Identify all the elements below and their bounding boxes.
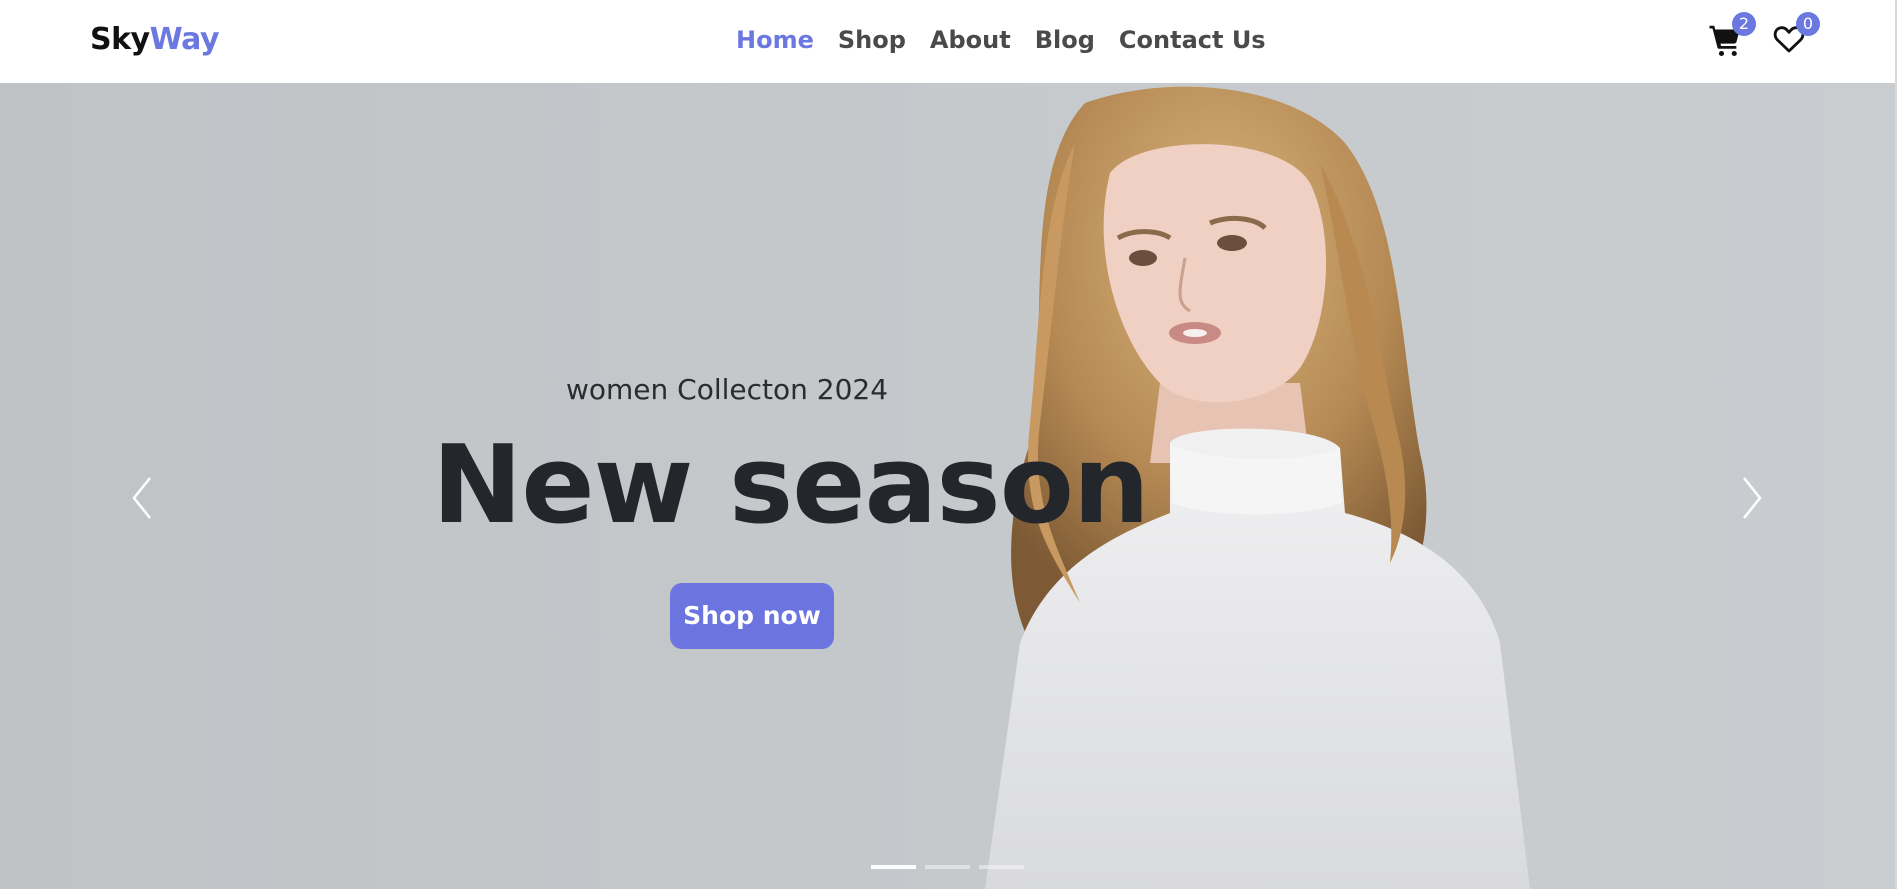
hero-subtitle: women Collecton 2024: [566, 373, 889, 406]
cart-count-badge: 2: [1732, 12, 1756, 36]
hero-headline: New season: [432, 423, 1150, 548]
logo[interactable]: SkyWay: [90, 22, 220, 57]
shop-now-button[interactable]: Shop now: [670, 583, 834, 649]
wishlist-button[interactable]: 0: [1772, 12, 1820, 62]
nav-home-link[interactable]: Home: [736, 26, 814, 54]
main-nav: Home Shop About Blog Contact Us: [736, 26, 1266, 54]
site-header: SkyWay Home Shop About Blog Contact Us 2…: [0, 0, 1897, 83]
carousel-prev-button[interactable]: [122, 468, 162, 528]
carousel-next-button[interactable]: [1732, 468, 1772, 528]
chevron-left-icon: [132, 477, 151, 519]
logo-text-sky: Sky: [90, 22, 150, 57]
chevron-right-icon: [1743, 477, 1762, 519]
logo-text-way: Way: [149, 22, 220, 57]
carousel-indicators: [871, 865, 1024, 869]
carousel-indicator-1[interactable]: [871, 865, 916, 869]
nav-blog-link[interactable]: Blog: [1035, 26, 1095, 54]
hero-carousel: women Collecton 2024 New season Shop now: [0, 83, 1897, 889]
cart-button[interactable]: 2: [1708, 12, 1756, 62]
nav-contact-link[interactable]: Contact Us: [1119, 26, 1266, 54]
nav-shop-link[interactable]: Shop: [838, 26, 906, 54]
carousel-indicator-3[interactable]: [979, 865, 1024, 869]
wishlist-count-badge: 0: [1796, 12, 1820, 36]
nav-about-link[interactable]: About: [930, 26, 1011, 54]
carousel-indicator-2[interactable]: [925, 865, 970, 869]
